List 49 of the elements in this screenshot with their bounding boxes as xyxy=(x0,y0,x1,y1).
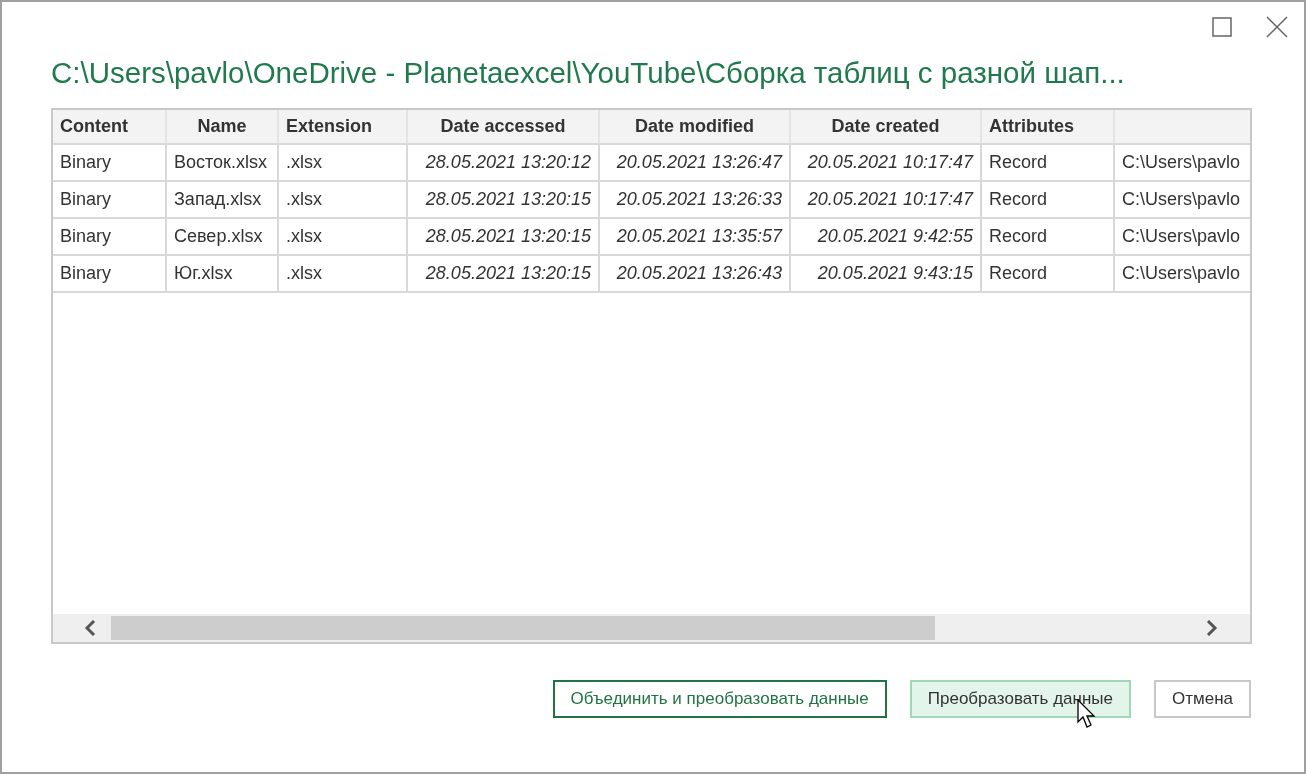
close-icon[interactable] xyxy=(1266,16,1288,38)
window-title: C:\Users\pavlo\OneDrive - Planetaexcel\YouTube\Сборка таблиц с разной шап... xyxy=(51,55,1125,91)
dialog-button[interactable]: Отмена xyxy=(1154,680,1251,718)
table-cell: 20.05.2021 10:17:47 xyxy=(807,189,973,210)
column-header[interactable]: Name xyxy=(197,116,247,137)
horizontal-scrollbar[interactable] xyxy=(53,614,1250,642)
table-cell: .xlsx xyxy=(286,263,322,284)
maximize-icon[interactable] xyxy=(1212,17,1232,37)
table-cell: Binary xyxy=(60,189,112,210)
table-cell: Record xyxy=(989,189,1048,210)
table-cell: 20.05.2021 13:35:57 xyxy=(616,226,782,247)
table-cell: 20.05.2021 9:43:15 xyxy=(817,263,973,284)
dialog-button[interactable]: Преобразовать данные xyxy=(909,680,1131,718)
table-cell: .xlsx xyxy=(286,226,322,247)
table-cell: Binary xyxy=(60,263,112,284)
table-cell: C:\Users\pavlo xyxy=(1122,189,1241,210)
column-header[interactable]: Content xyxy=(60,116,128,137)
column-header[interactable]: Extension xyxy=(286,116,373,137)
scroll-thumb[interactable] xyxy=(111,616,935,640)
chevron-right-icon[interactable] xyxy=(1205,620,1219,636)
table-cell: Запад.xlsx xyxy=(174,189,262,210)
dialog-button[interactable]: Объединить и преобразовать данные xyxy=(552,680,887,718)
table-cell: Юг.xlsx xyxy=(174,263,233,284)
table-cell: Record xyxy=(989,263,1048,284)
table-cell: 20.05.2021 13:26:43 xyxy=(616,263,782,284)
column-header[interactable]: Date modified xyxy=(635,116,754,137)
table-cell: C:\Users\pavlo xyxy=(1122,263,1241,284)
table-cell: Binary xyxy=(60,226,112,247)
table-cell: C:\Users\pavlo xyxy=(1122,226,1241,247)
column-header[interactable]: Date created xyxy=(831,116,940,137)
table-cell: 20.05.2021 13:26:47 xyxy=(616,152,782,173)
table-cell: 20.05.2021 10:17:47 xyxy=(807,152,973,173)
table-cell: 20.05.2021 9:42:55 xyxy=(817,226,973,247)
table-cell: 28.05.2021 13:20:15 xyxy=(425,226,591,247)
table-cell: 28.05.2021 13:20:15 xyxy=(425,189,591,210)
chevron-left-icon[interactable] xyxy=(83,620,97,636)
column-header[interactable]: Date accessed xyxy=(440,116,566,137)
column-header[interactable]: Attributes xyxy=(989,116,1074,137)
table-cell: Record xyxy=(989,226,1048,247)
table-cell: C:\Users\pavlo xyxy=(1122,152,1241,173)
table-cell: Север.xlsx xyxy=(174,226,263,247)
table-cell: 20.05.2021 13:26:33 xyxy=(616,189,782,210)
table-cell: .xlsx xyxy=(286,189,322,210)
table-cell: .xlsx xyxy=(286,152,322,173)
table-cell: Восток.xlsx xyxy=(174,152,267,173)
table-cell: 28.05.2021 13:20:15 xyxy=(425,263,591,284)
table-cell: Binary xyxy=(60,152,112,173)
table-cell: Record xyxy=(989,152,1048,173)
table-cell: 28.05.2021 13:20:12 xyxy=(425,152,591,173)
